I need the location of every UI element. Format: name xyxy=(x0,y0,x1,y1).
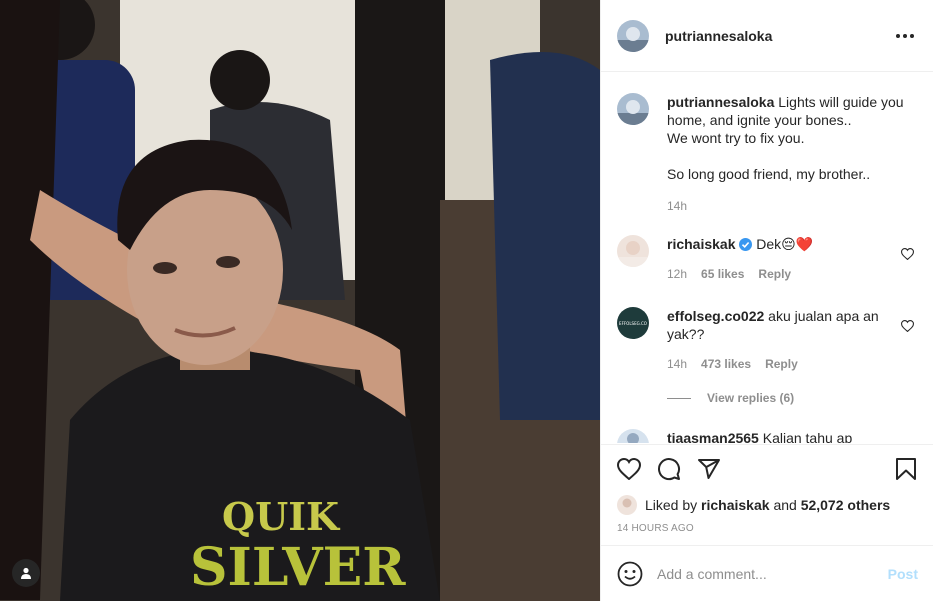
comment-avatar[interactable] xyxy=(617,429,649,443)
comment-reply-button[interactable]: Reply xyxy=(765,355,798,373)
liker-avatar[interactable] xyxy=(617,495,637,515)
user-tag-icon xyxy=(21,567,31,579)
photo-illustration: QUIK SILVER xyxy=(0,0,600,601)
emoji-button[interactable] xyxy=(617,561,643,587)
heart-icon xyxy=(900,248,915,261)
share-button[interactable] xyxy=(697,457,721,481)
comment-avatar-image: EFFOLSEG.CO xyxy=(617,307,649,339)
comment-item: EFFOLSEG.CO effolseg.co022 aku jualan ap… xyxy=(601,307,933,373)
post-photo[interactable]: QUIK SILVER xyxy=(0,0,600,601)
caption-line-1: Lights will guide you xyxy=(778,94,904,110)
action-icons-bar xyxy=(601,445,933,493)
more-options-button[interactable] xyxy=(893,24,917,48)
comment-avatar-image xyxy=(617,429,649,443)
post-comment-button[interactable]: Post xyxy=(888,566,918,582)
user-tag-button[interactable] xyxy=(12,559,40,587)
comment-like-button[interactable] xyxy=(900,247,915,263)
comment-icon xyxy=(658,458,681,481)
likes-summary: Liked by richaiskak and 52,072 others xyxy=(601,493,933,517)
view-replies-label[interactable]: View replies (6) xyxy=(707,391,794,405)
shirt-text-line-2: SILVER xyxy=(190,537,406,598)
comment-time[interactable]: 12h xyxy=(667,265,687,283)
comment-avatar[interactable]: EFFOLSEG.CO xyxy=(617,307,649,339)
heart-icon xyxy=(617,458,641,480)
shirt-text-line-1: QUIK xyxy=(222,494,341,539)
comment-username[interactable]: effolseg.co022 xyxy=(667,308,764,324)
likes-count[interactable]: 52,072 others xyxy=(801,497,891,513)
caption-line-2: home, and ignite your bones.. xyxy=(667,112,852,128)
comment-avatar-image xyxy=(617,235,649,267)
heart-icon xyxy=(900,320,915,333)
caption-line-5: So long good friend, my brother.. xyxy=(667,166,871,182)
bookmark-icon xyxy=(896,458,916,480)
comment-likes[interactable]: 65 likes xyxy=(701,265,744,283)
comment-button[interactable] xyxy=(657,457,681,481)
comment-username[interactable]: richaiskak xyxy=(667,236,736,252)
like-button[interactable] xyxy=(617,457,641,481)
comment-item: richaiskak Dek😔❤️ 12h 65 likes Reply xyxy=(601,235,933,283)
comment-text: Dek😔❤️ xyxy=(756,236,814,252)
author-avatar-image xyxy=(617,19,649,52)
post-timestamp[interactable]: 14 HOURS AGO xyxy=(601,523,933,534)
comment-reply-button[interactable]: Reply xyxy=(758,265,791,283)
comment-item: tiaasman2565 Kalian tahu ap xyxy=(601,429,933,443)
view-replies-button[interactable]: View replies (6) xyxy=(667,391,794,405)
likes-user[interactable]: richaiskak xyxy=(701,497,770,513)
author-username[interactable]: putriannesaloka xyxy=(665,28,772,44)
post-side-panel: putriannesaloka putriannesaloka Lights w… xyxy=(600,0,933,601)
verified-icon xyxy=(739,238,753,251)
comment-likes[interactable]: 473 likes xyxy=(701,355,751,373)
comment-avatar-logo-text: EFFOLSEG.CO xyxy=(619,321,647,326)
caption-text: putriannesaloka Lights will guide you ho… xyxy=(667,93,918,183)
liker-avatar-image xyxy=(617,495,637,515)
comment-time[interactable]: 14h xyxy=(667,355,687,373)
caption-avatar[interactable] xyxy=(617,93,649,125)
caption-row: putriannesaloka Lights will guide you ho… xyxy=(601,93,933,215)
save-button[interactable] xyxy=(894,457,918,481)
caption-username[interactable]: putriannesaloka xyxy=(667,94,774,110)
emoji-icon xyxy=(617,561,643,586)
share-icon xyxy=(698,459,720,479)
add-comment-bar: Post xyxy=(601,545,933,601)
caption-avatar-image xyxy=(617,93,649,125)
comments-list[interactable]: putriannesaloka Lights will guide you ho… xyxy=(601,73,933,443)
comment-like-button[interactable] xyxy=(900,319,915,335)
caption-time[interactable]: 14h xyxy=(667,197,687,215)
post-header: putriannesaloka xyxy=(601,0,933,72)
view-replies-divider xyxy=(667,397,691,399)
more-icon xyxy=(896,33,914,38)
caption-line-3: We wont try to fix you. xyxy=(667,130,805,146)
likes-and: and xyxy=(773,497,797,513)
comment-text: Kalian tahu ap xyxy=(762,430,853,443)
author-avatar[interactable] xyxy=(617,19,649,52)
comment-input[interactable] xyxy=(657,565,888,582)
post-actions: Liked by richaiskak and 52,072 others 14… xyxy=(601,444,933,534)
likes-prefix: Liked by xyxy=(645,497,698,513)
comment-username[interactable]: tiaasman2565 xyxy=(667,430,759,443)
comment-avatar[interactable] xyxy=(617,235,649,267)
